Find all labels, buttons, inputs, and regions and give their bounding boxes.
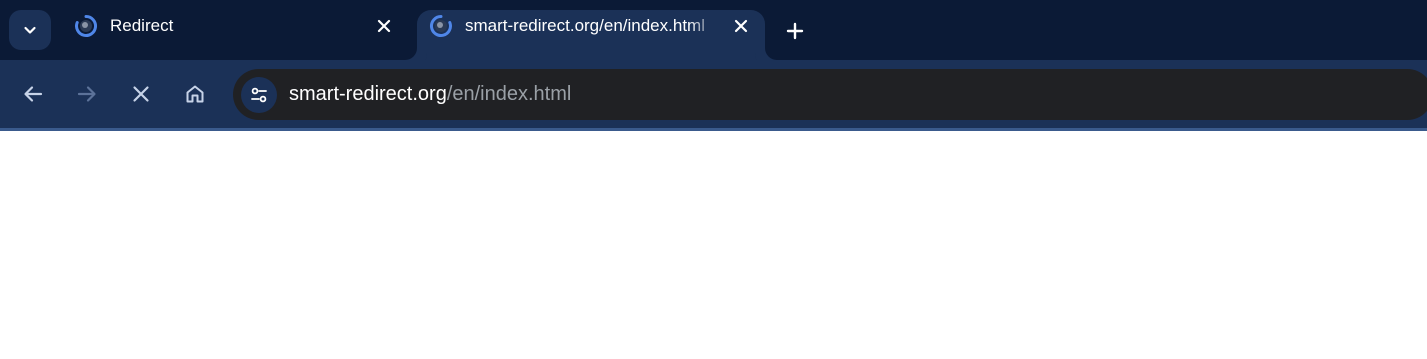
home-button[interactable]: [177, 76, 213, 112]
loading-spinner-icon: [429, 14, 452, 37]
tab-smart-redirect[interactable]: smart-redirect.org/en/index.html: [417, 10, 765, 60]
tab-title: Redirect: [110, 16, 174, 35]
chevron-down-icon: [24, 26, 36, 34]
url-host: smart-redirect.org: [289, 83, 447, 105]
loading-spinner-icon: [75, 14, 98, 37]
tab-close-button[interactable]: [370, 12, 398, 40]
tab-title: smart-redirect.org/en/index.html: [465, 16, 705, 35]
tab-close-button[interactable]: [727, 12, 755, 40]
tab-redirect[interactable]: Redirect: [60, 10, 405, 60]
url-path: /en/index.html: [446, 83, 572, 105]
forward-arrow-icon: [77, 86, 96, 102]
page-content: [0, 131, 1427, 359]
back-button[interactable]: [15, 76, 51, 112]
toolbar: smart-redirect.org/en/index.html: [0, 60, 1427, 128]
tab-strip: Redirect smart-redirect.org/en/index.htm…: [0, 0, 1427, 60]
forward-button[interactable]: [69, 76, 105, 112]
back-arrow-icon: [24, 86, 43, 102]
close-icon: [734, 19, 748, 33]
close-icon: [377, 19, 391, 33]
tune-icon: [251, 87, 267, 103]
address-bar[interactable]: smart-redirect.org/en/index.html: [233, 69, 1427, 120]
plus-icon: [786, 22, 804, 40]
tab-search-button[interactable]: [9, 10, 51, 50]
stop-icon: [133, 86, 149, 102]
home-icon: [186, 85, 204, 103]
stop-button[interactable]: [123, 76, 159, 112]
url-text[interactable]: smart-redirect.org/en/index.html: [289, 83, 571, 106]
new-tab-button[interactable]: [780, 16, 810, 46]
site-info-button[interactable]: [241, 77, 277, 113]
